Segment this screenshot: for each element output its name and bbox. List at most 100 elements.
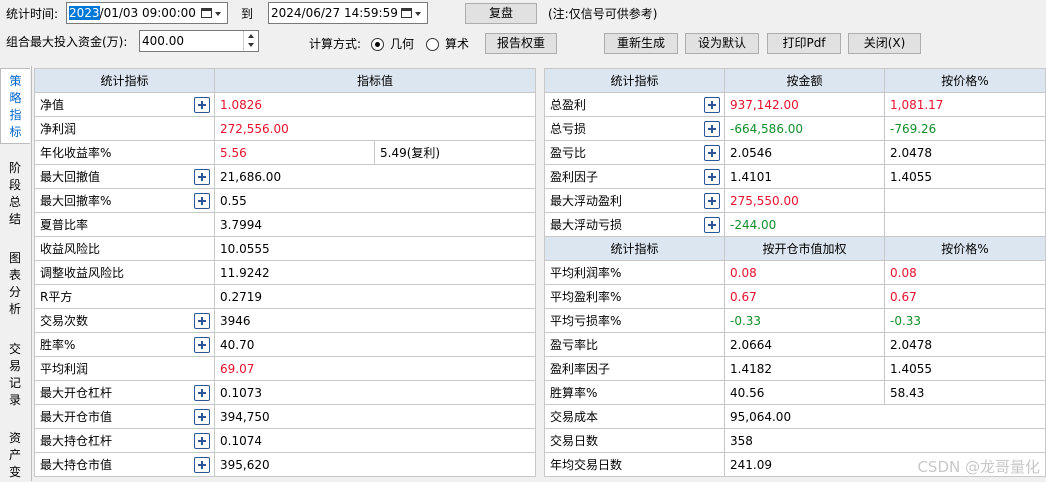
radio-arithmetic-label[interactable]: 算术 xyxy=(445,35,469,53)
stepper-down-icon[interactable] xyxy=(248,43,254,47)
tab-stage-summary[interactable]: 阶 段 总 结 xyxy=(0,160,30,232)
metric-name-cell: 胜算率% xyxy=(544,380,725,405)
metric-name: 最大持仓市值 xyxy=(40,458,113,472)
metric-value: 2.0478 xyxy=(884,332,1046,357)
end-date-value[interactable]: 2024/06/27 14:59:59 xyxy=(271,6,398,20)
tab-trade-records[interactable]: 交 易 记 录 xyxy=(0,341,30,413)
metric-name-cell: 净值 xyxy=(34,92,215,117)
print-pdf-button[interactable]: 打印Pdf xyxy=(767,33,841,54)
metric-name-cell: R平方 xyxy=(34,284,215,309)
table-row: 胜算率% 40.56 58.43 xyxy=(544,380,1046,405)
metric-name-cell: 最大开仓市值 xyxy=(34,404,215,429)
metric-name-cell: 盈利因子 xyxy=(544,164,725,189)
tab-char: 易 xyxy=(8,359,21,373)
metric-name: 交易成本 xyxy=(550,410,599,424)
metric-name-cell: 最大浮动盈利 xyxy=(544,188,725,213)
metric-name: 平均利润率% xyxy=(550,266,622,280)
metric-value: 272,556.00 xyxy=(213,116,537,141)
report-weight-button[interactable]: 报告权重 xyxy=(485,33,557,54)
max-capital-stepper[interactable]: 400.00 xyxy=(139,30,259,52)
table-header-row: 统计指标 按开仓市值加权 按价格% xyxy=(544,236,1046,261)
tab-char: 策 xyxy=(9,74,22,88)
radio-arithmetic[interactable] xyxy=(426,38,439,51)
expand-plus-icon[interactable] xyxy=(704,121,720,137)
metric-name: R平方 xyxy=(40,290,73,304)
metric-name: 最大回撤率% xyxy=(40,194,112,208)
metric-name-cell: 盈亏比 xyxy=(544,140,725,165)
tab-chart-analysis[interactable]: 图 表 分 析 xyxy=(0,250,30,322)
metric-name: 净值 xyxy=(40,98,65,112)
metric-value: 3946 xyxy=(213,308,537,333)
metric-value: 0.67 xyxy=(884,284,1046,309)
end-date-picker[interactable]: 2024/06/27 14:59:59 xyxy=(268,2,428,24)
left-metrics-table: 统计指标 指标值 净值 1.0826 净利润 272,556.00 年化收益率% 5.56… xyxy=(34,68,537,477)
max-capital-label: 组合最大投入资金(万): xyxy=(6,35,128,49)
tab-asset-change[interactable]: 资 产 变 xyxy=(0,430,30,482)
metric-name-cell: 最大回撤值 xyxy=(34,164,215,189)
tab-char: 变 xyxy=(8,465,21,479)
start-date-picker[interactable]: 2023/01/03 09:00:00 xyxy=(66,2,228,24)
metric-name-cell: 平均盈利率% xyxy=(544,284,725,309)
expand-plus-icon[interactable] xyxy=(194,97,210,113)
metric-name-cell: 最大持仓杠杆 xyxy=(34,428,215,453)
metric-name: 最大浮动亏损 xyxy=(550,218,623,232)
table-row: 交易次数 3946 xyxy=(34,308,537,333)
radio-geometric[interactable] xyxy=(371,38,384,51)
expand-plus-icon[interactable] xyxy=(194,313,210,329)
expand-plus-icon[interactable] xyxy=(704,169,720,185)
dropdown-arrow-icon[interactable] xyxy=(215,12,221,16)
metric-value: 69.07 xyxy=(213,356,537,381)
radio-geometric-label[interactable]: 几何 xyxy=(390,35,414,53)
expand-plus-icon[interactable] xyxy=(704,145,720,161)
stepper-buttons[interactable] xyxy=(243,31,258,51)
expand-plus-icon[interactable] xyxy=(194,457,210,473)
tab-char: 产 xyxy=(8,448,21,462)
metric-name: 夏普比率 xyxy=(40,218,89,232)
metric-value: 0.08 xyxy=(884,260,1046,285)
metric-value: 58.43 xyxy=(884,380,1046,405)
column-header: 按开仓市值加权 xyxy=(724,236,885,261)
dropdown-arrow-icon[interactable] xyxy=(415,12,421,16)
metric-value: 95,064.00 xyxy=(724,404,1046,429)
expand-plus-icon[interactable] xyxy=(704,217,720,233)
expand-plus-icon[interactable] xyxy=(704,193,720,209)
table-row: 净值 1.0826 xyxy=(34,92,537,117)
table-row: 盈亏比 2.0546 2.0478 xyxy=(544,140,1046,165)
calendar-icon[interactable] xyxy=(201,8,212,18)
expand-plus-icon[interactable] xyxy=(194,385,210,401)
max-capital-value[interactable]: 400.00 xyxy=(142,34,184,48)
metric-value: -0.33 xyxy=(724,308,885,333)
metric-value: 2.0546 xyxy=(724,140,885,165)
expand-plus-icon[interactable] xyxy=(194,169,210,185)
metric-value: 10.0555 xyxy=(213,236,537,261)
right-rate-table: 统计指标 按开仓市值加权 按价格% 平均利润率% 0.08 0.08 平均盈利率% 0.… xyxy=(544,236,1046,477)
metric-name-cell: 总亏损 xyxy=(544,116,725,141)
metric-name: 胜率% xyxy=(40,338,76,352)
metric-value: 5.49(复利) xyxy=(373,140,537,165)
metric-name-cell: 总盈利 xyxy=(544,92,725,117)
replay-button[interactable]: 复盘 xyxy=(465,3,537,24)
table-row: 平均利润 69.07 xyxy=(34,356,537,381)
metric-value: 2.0664 xyxy=(724,332,885,357)
metric-value: -769.26 xyxy=(884,116,1046,141)
table-row: 最大开仓杠杆 0.1073 xyxy=(34,380,537,405)
tab-char: 略 xyxy=(9,91,22,105)
expand-plus-icon[interactable] xyxy=(194,433,210,449)
calendar-icon[interactable] xyxy=(401,8,412,18)
stepper-up-icon[interactable] xyxy=(248,34,254,38)
metric-name-cell: 交易次数 xyxy=(34,308,215,333)
expand-plus-icon[interactable] xyxy=(194,409,210,425)
metric-name: 盈利因子 xyxy=(550,170,599,184)
expand-plus-icon[interactable] xyxy=(704,97,720,113)
tab-char: 总 xyxy=(8,195,21,209)
expand-plus-icon[interactable] xyxy=(194,193,210,209)
tab-strategy-metrics[interactable]: 策 略 指 标 xyxy=(0,68,30,144)
start-date-year[interactable]: 2023 xyxy=(69,6,100,20)
start-date-rest[interactable]: /01/03 09:00:00 xyxy=(100,6,196,20)
table-row: 净利润 272,556.00 xyxy=(34,116,537,141)
set-default-button[interactable]: 设为默认 xyxy=(685,33,759,54)
column-header: 统计指标 xyxy=(544,68,725,93)
expand-plus-icon[interactable] xyxy=(194,337,210,353)
close-button[interactable]: 关闭(X) xyxy=(848,33,921,54)
regenerate-button[interactable]: 重新生成 xyxy=(604,33,678,54)
